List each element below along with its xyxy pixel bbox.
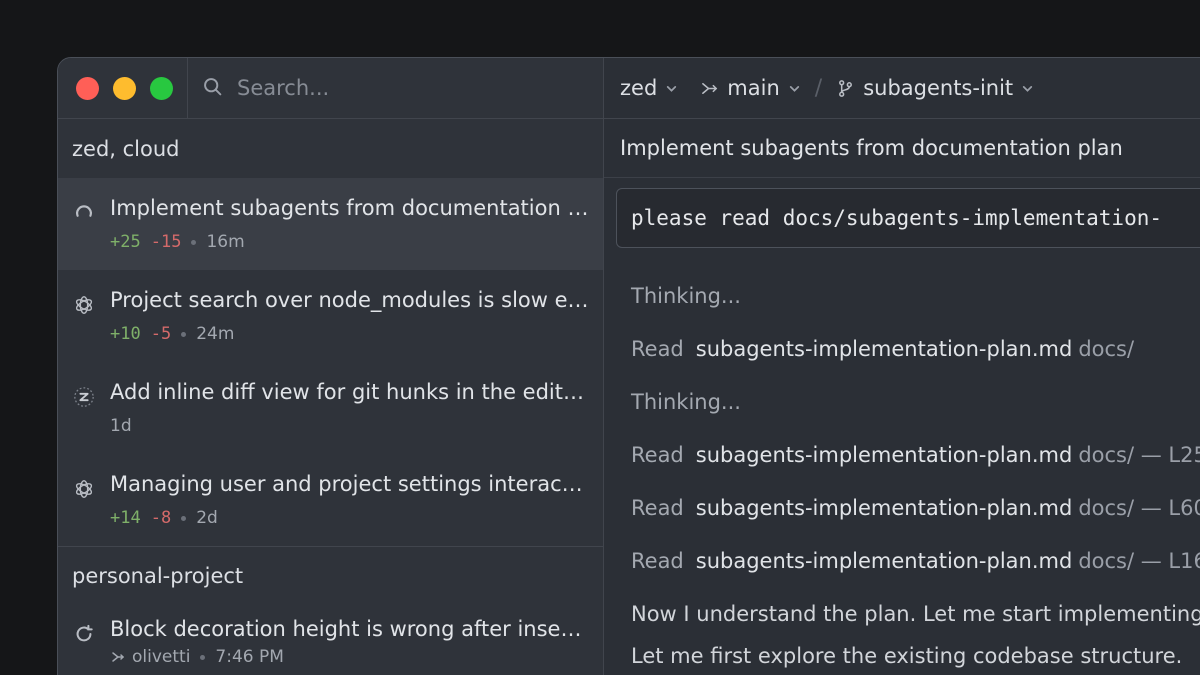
file-path: docs/ — [1078, 337, 1135, 361]
search-input[interactable] — [237, 76, 537, 100]
worktree-icon — [702, 82, 718, 94]
worktree-branch: olivetti — [110, 647, 190, 667]
thinking-status: Thinking... — [631, 284, 741, 308]
separator-dot — [200, 654, 206, 660]
read-tool-call[interactable]: Read subagents-implementation-plan.md docs… — [631, 337, 1134, 361]
project-toolbar: zed main / subagents-init — [604, 58, 1200, 119]
separator-dot — [191, 239, 197, 245]
lines-added: +25 — [110, 232, 141, 252]
app-window: zed, cloud Implement subagents from docu… — [57, 57, 1200, 675]
search-icon — [202, 76, 223, 101]
lines-removed: -15 — [150, 232, 182, 252]
file-name: subagents-implementation-plan.md — [695, 496, 1073, 520]
thread-sidebar: zed, cloud Implement subagents from docu… — [58, 58, 604, 675]
thread-age: 2d — [196, 508, 218, 528]
openai-icon — [73, 294, 95, 316]
thread-meta: +10 -5 24m — [110, 324, 234, 344]
chevron-down-icon — [667, 85, 677, 92]
minimize-window-button[interactable] — [113, 76, 136, 100]
read-tool-call[interactable]: Read subagents-implementation-plan.md docs… — [631, 443, 1200, 467]
maximize-window-button[interactable] — [150, 76, 173, 100]
thread-item[interactable]: Managing user and project settings inter… — [58, 454, 603, 546]
chevron-down-icon — [1023, 85, 1033, 92]
worktree-name: subagents-init — [863, 76, 1014, 100]
agent-panel: zed main / subagents-init Implement suba… — [604, 58, 1200, 675]
thread-title: Managing user and project settings inter… — [110, 472, 590, 496]
search-box[interactable] — [188, 58, 603, 118]
worktree-selector[interactable]: subagents-init — [836, 76, 1034, 100]
file-name: subagents-implementation-plan.md — [695, 549, 1073, 573]
thread-item[interactable]: Implement subagents from documentation p… — [58, 178, 603, 270]
tool-verb: Read — [631, 549, 684, 573]
zed-icon — [73, 386, 95, 408]
git-branch-icon — [839, 79, 853, 97]
agent-message: Let me first explore the existing codeba… — [631, 644, 1183, 668]
lines-removed: -5 — [150, 324, 172, 344]
file-name: subagents-implementation-plan.md — [695, 337, 1073, 361]
separator-dot — [181, 331, 187, 337]
branch-name: olivetti — [132, 647, 191, 667]
tool-verb: Read — [631, 337, 684, 361]
thread-item[interactable]: Project search over node_modules is slow… — [58, 270, 603, 362]
file-path: docs/ — L600 — [1078, 496, 1200, 520]
thread-meta: +25 -15 16m — [110, 232, 245, 252]
user-prompt[interactable]: please read docs/subagents-implementatio… — [616, 188, 1200, 248]
thread-title: Project search over node_modules is slow… — [110, 288, 590, 312]
branch-selector[interactable]: main — [700, 76, 800, 100]
loading-icon — [73, 202, 95, 224]
thread-title: Implement subagents from documentation p… — [110, 196, 590, 220]
chevron-down-icon — [789, 85, 799, 92]
read-tool-call[interactable]: Read subagents-implementation-plan.md docs… — [631, 496, 1200, 520]
thread-meta: olivetti 7:46 PM — [110, 647, 284, 667]
file-name: subagents-implementation-plan.md — [695, 443, 1073, 467]
thread-age: 16m — [206, 232, 245, 252]
file-path: docs/ — L251 — [1078, 443, 1200, 467]
file-path: docs/ — L160 — [1078, 549, 1200, 573]
refresh-icon — [73, 623, 95, 645]
close-window-button[interactable] — [76, 76, 99, 100]
lines-added: +10 — [110, 324, 141, 344]
thread-age: 24m — [196, 324, 235, 344]
thread-meta: +14 -8 2d — [110, 508, 218, 528]
thread-title: Add inline diff view for git hunks in th… — [110, 380, 590, 404]
thread-age: 7:46 PM — [215, 647, 284, 667]
read-tool-call[interactable]: Read subagents-implementation-plan.md docs… — [631, 549, 1200, 573]
tool-verb: Read — [631, 443, 684, 467]
project-name: zed — [620, 76, 658, 100]
thinking-status: Thinking... — [631, 390, 741, 414]
openai-icon — [73, 478, 95, 500]
thread-item[interactable]: Add inline diff view for git hunks in th… — [58, 362, 603, 454]
thread-heading: Implement subagents from documentation p… — [604, 119, 1200, 178]
thread-title: Block decoration height is wrong after i… — [110, 617, 590, 641]
separator-dot — [181, 515, 187, 521]
window-controls — [58, 58, 188, 118]
project-group-header[interactable]: zed, cloud — [58, 119, 603, 178]
thread-meta: 1d — [110, 416, 132, 436]
thread-age: 1d — [110, 416, 132, 436]
breadcrumb-separator: / — [814, 75, 823, 101]
sidebar-toolbar — [58, 58, 603, 119]
thread-item[interactable]: Block decoration height is wrong after i… — [58, 599, 603, 675]
branch-name: main — [727, 76, 780, 100]
lines-removed: -8 — [150, 508, 172, 528]
lines-added: +14 — [110, 508, 141, 528]
project-group-header[interactable]: personal-project — [58, 546, 603, 605]
tool-verb: Read — [631, 496, 684, 520]
agent-message: Now I understand the plan. Let me start … — [631, 602, 1200, 626]
project-selector[interactable]: zed — [620, 76, 678, 100]
